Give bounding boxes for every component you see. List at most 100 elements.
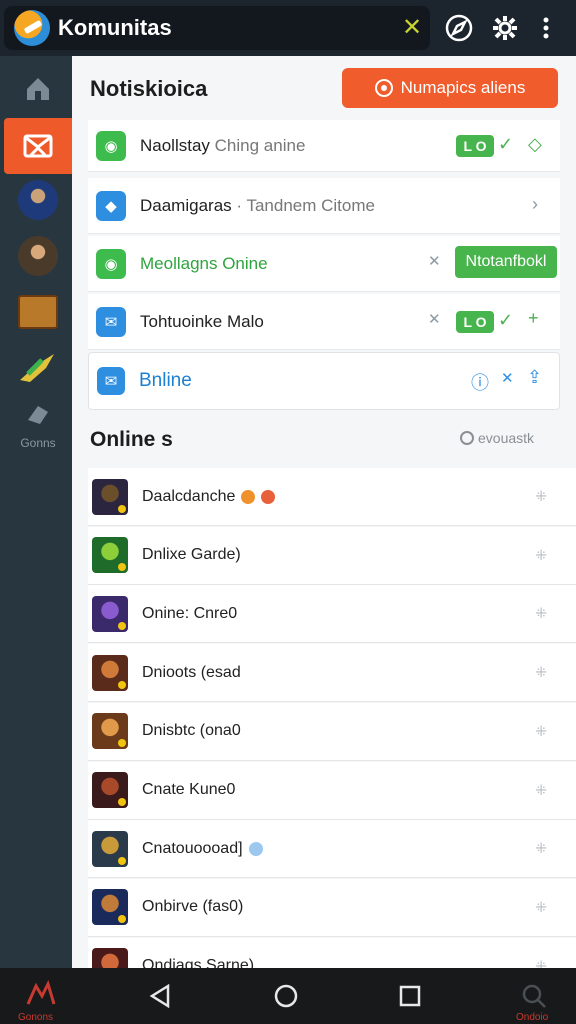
game-icon [92, 830, 128, 867]
card-title: Daamigaras · Tandnem Citome [140, 195, 375, 215]
game-icon [92, 889, 128, 926]
list-item[interactable]: Dnlixe Garde) ⁜ [88, 526, 576, 585]
page-title: Notiskioica [90, 76, 208, 101]
game-chest-icon [18, 295, 58, 329]
primary-action-button[interactable]: Numapics aliens [342, 68, 558, 108]
home-circle-icon[interactable] [272, 982, 300, 1010]
drag-handle-icon[interactable]: ⁜ [535, 547, 548, 564]
game-icon [92, 772, 128, 808]
app-logo-icon [14, 10, 50, 46]
status-icon: ◉ [96, 248, 126, 279]
list-item[interactable]: Ondiags Sarne) ⁜ [88, 937, 576, 968]
status-dot-icon [241, 489, 256, 504]
diamond-icon[interactable]: ◇ [528, 134, 542, 155]
list-item[interactable]: Onbirve (fas0) ⁜ [88, 878, 576, 937]
list-item[interactable]: Daalcdanche ⁜ [88, 468, 576, 526]
list-item-name: Onbirve (fas0) [142, 898, 244, 916]
game-icon [92, 595, 128, 632]
add-icon[interactable]: + [528, 308, 539, 329]
drag-handle-icon[interactable]: ⁜ [535, 488, 548, 505]
target-icon [374, 79, 393, 97]
search-icon[interactable] [520, 982, 548, 1010]
primary-action-label: Numapics aliens [400, 78, 526, 97]
chat-icon: ✉ [96, 306, 126, 337]
drag-handle-icon[interactable]: ⁜ [535, 605, 548, 622]
home-icon [27, 78, 49, 100]
check-icon: ✓ [498, 134, 514, 154]
notification-card[interactable]: ◆ Daamigaras · Tandnem Citome › [88, 178, 560, 234]
notification-card[interactable]: ✉ Bnline ⓘ ✕ ⇪ [88, 352, 560, 410]
card-action-button[interactable]: Ntotanfbokl [455, 246, 557, 278]
sidebar-item-messages[interactable] [4, 118, 72, 174]
drag-handle-icon[interactable]: ⁜ [535, 840, 548, 857]
mail-icon: ✉ [97, 367, 125, 395]
status-dot-icon [248, 841, 263, 856]
sidebar-item-game-1[interactable] [4, 172, 72, 228]
compass-icon[interactable] [443, 12, 475, 44]
recents-icon[interactable] [396, 982, 424, 1010]
envelope-icon [23, 134, 53, 158]
list-item[interactable]: Dnisbtc (ona0 ⁜ [88, 702, 576, 761]
game-avatar [18, 180, 58, 220]
sidebar-item-home[interactable] [4, 60, 72, 116]
notification-card[interactable]: ✉ Tohtuoinke Malo ✕ L O ✓ + [88, 294, 560, 350]
list-item[interactable]: Cnate Kune0 ⁜ [88, 761, 576, 820]
list-item-name: Dnioots (esad [142, 663, 241, 681]
section-meta[interactable]: evouastk [460, 430, 534, 446]
card-title: Naollstay Ching anine [140, 135, 306, 155]
list-item-name: Daalcdanche [142, 487, 236, 505]
card-title: Bnline [139, 370, 192, 391]
status-icon: ◉ [96, 130, 126, 161]
dismiss-icon[interactable]: ✕ [428, 310, 441, 328]
sidebar: Gonns [0, 56, 72, 968]
bottom-right-label: Ondoio [516, 1012, 549, 1023]
card-title: Meollagns Onine [140, 253, 268, 273]
close-icon[interactable]: ✕ [501, 369, 514, 387]
dismiss-icon[interactable]: ✕ [428, 252, 441, 270]
notification-card[interactable]: ◉ Naollstay Ching anine L O ✓ ◇ [88, 120, 560, 172]
settings-gear-icon[interactable] [489, 12, 521, 44]
sidebar-games-label: Gonns [20, 436, 56, 450]
app-title-bar: Komunitas ✕ [4, 6, 430, 50]
game-icon [92, 948, 128, 968]
drag-handle-icon[interactable]: ⁜ [535, 899, 548, 916]
share-icon[interactable]: ⇪ [527, 367, 542, 388]
app-title: Komunitas [58, 15, 172, 40]
game-icon [92, 537, 128, 574]
plane-icon [20, 354, 54, 382]
sidebar-item-game-2[interactable] [4, 228, 72, 284]
list-item[interactable]: Cnatouoooad] ⁜ [88, 820, 576, 879]
more-menu-icon[interactable] [530, 12, 562, 44]
game-icon [92, 654, 128, 691]
drag-handle-icon[interactable]: ⁜ [535, 958, 548, 968]
chevron-right-icon[interactable]: › [532, 194, 538, 215]
drag-handle-icon[interactable]: ⁜ [535, 664, 548, 681]
sidebar-item-game-3[interactable] [4, 284, 72, 340]
sidebar-item-game-4[interactable] [4, 340, 72, 396]
section-title: Online s [90, 428, 173, 451]
list-item-name: Ondiags Sarne) [142, 957, 255, 968]
logo-icon[interactable] [26, 980, 56, 1008]
card-title: Tohtuoinke Malo [140, 311, 264, 331]
list-item-name: Dnlixe Garde) [142, 546, 241, 564]
game-avatar [18, 236, 58, 276]
list-item[interactable]: Onine: Cnre0 ⁜ [88, 585, 576, 644]
game-icon [92, 478, 128, 515]
header: Notiskioica Numapics aliens [72, 56, 576, 120]
info-circle-icon[interactable]: ⓘ [471, 369, 489, 395]
sidebar-item-games[interactable] [4, 396, 72, 432]
list-item-name: Cnatouoooad] [142, 839, 243, 857]
status-badge: L O [456, 135, 494, 157]
drag-handle-icon[interactable]: ⁜ [535, 723, 548, 740]
back-icon[interactable] [146, 982, 174, 1010]
close-icon[interactable]: ✕ [400, 16, 424, 40]
check-icon: ✓ [498, 310, 514, 330]
list-item-name: Onine: Cnre0 [142, 604, 238, 622]
list-item[interactable]: Dnioots (esad ⁜ [88, 644, 576, 703]
notification-card[interactable]: ◉ Meollagns Onine ✕ Ntotanfbokl [88, 236, 560, 292]
status-badge: L O [456, 311, 494, 333]
drag-handle-icon[interactable]: ⁜ [535, 782, 548, 799]
tag-icon: ◆ [96, 190, 126, 221]
clock-icon [460, 431, 474, 445]
list-item-name: Cnate Kune0 [142, 781, 236, 798]
